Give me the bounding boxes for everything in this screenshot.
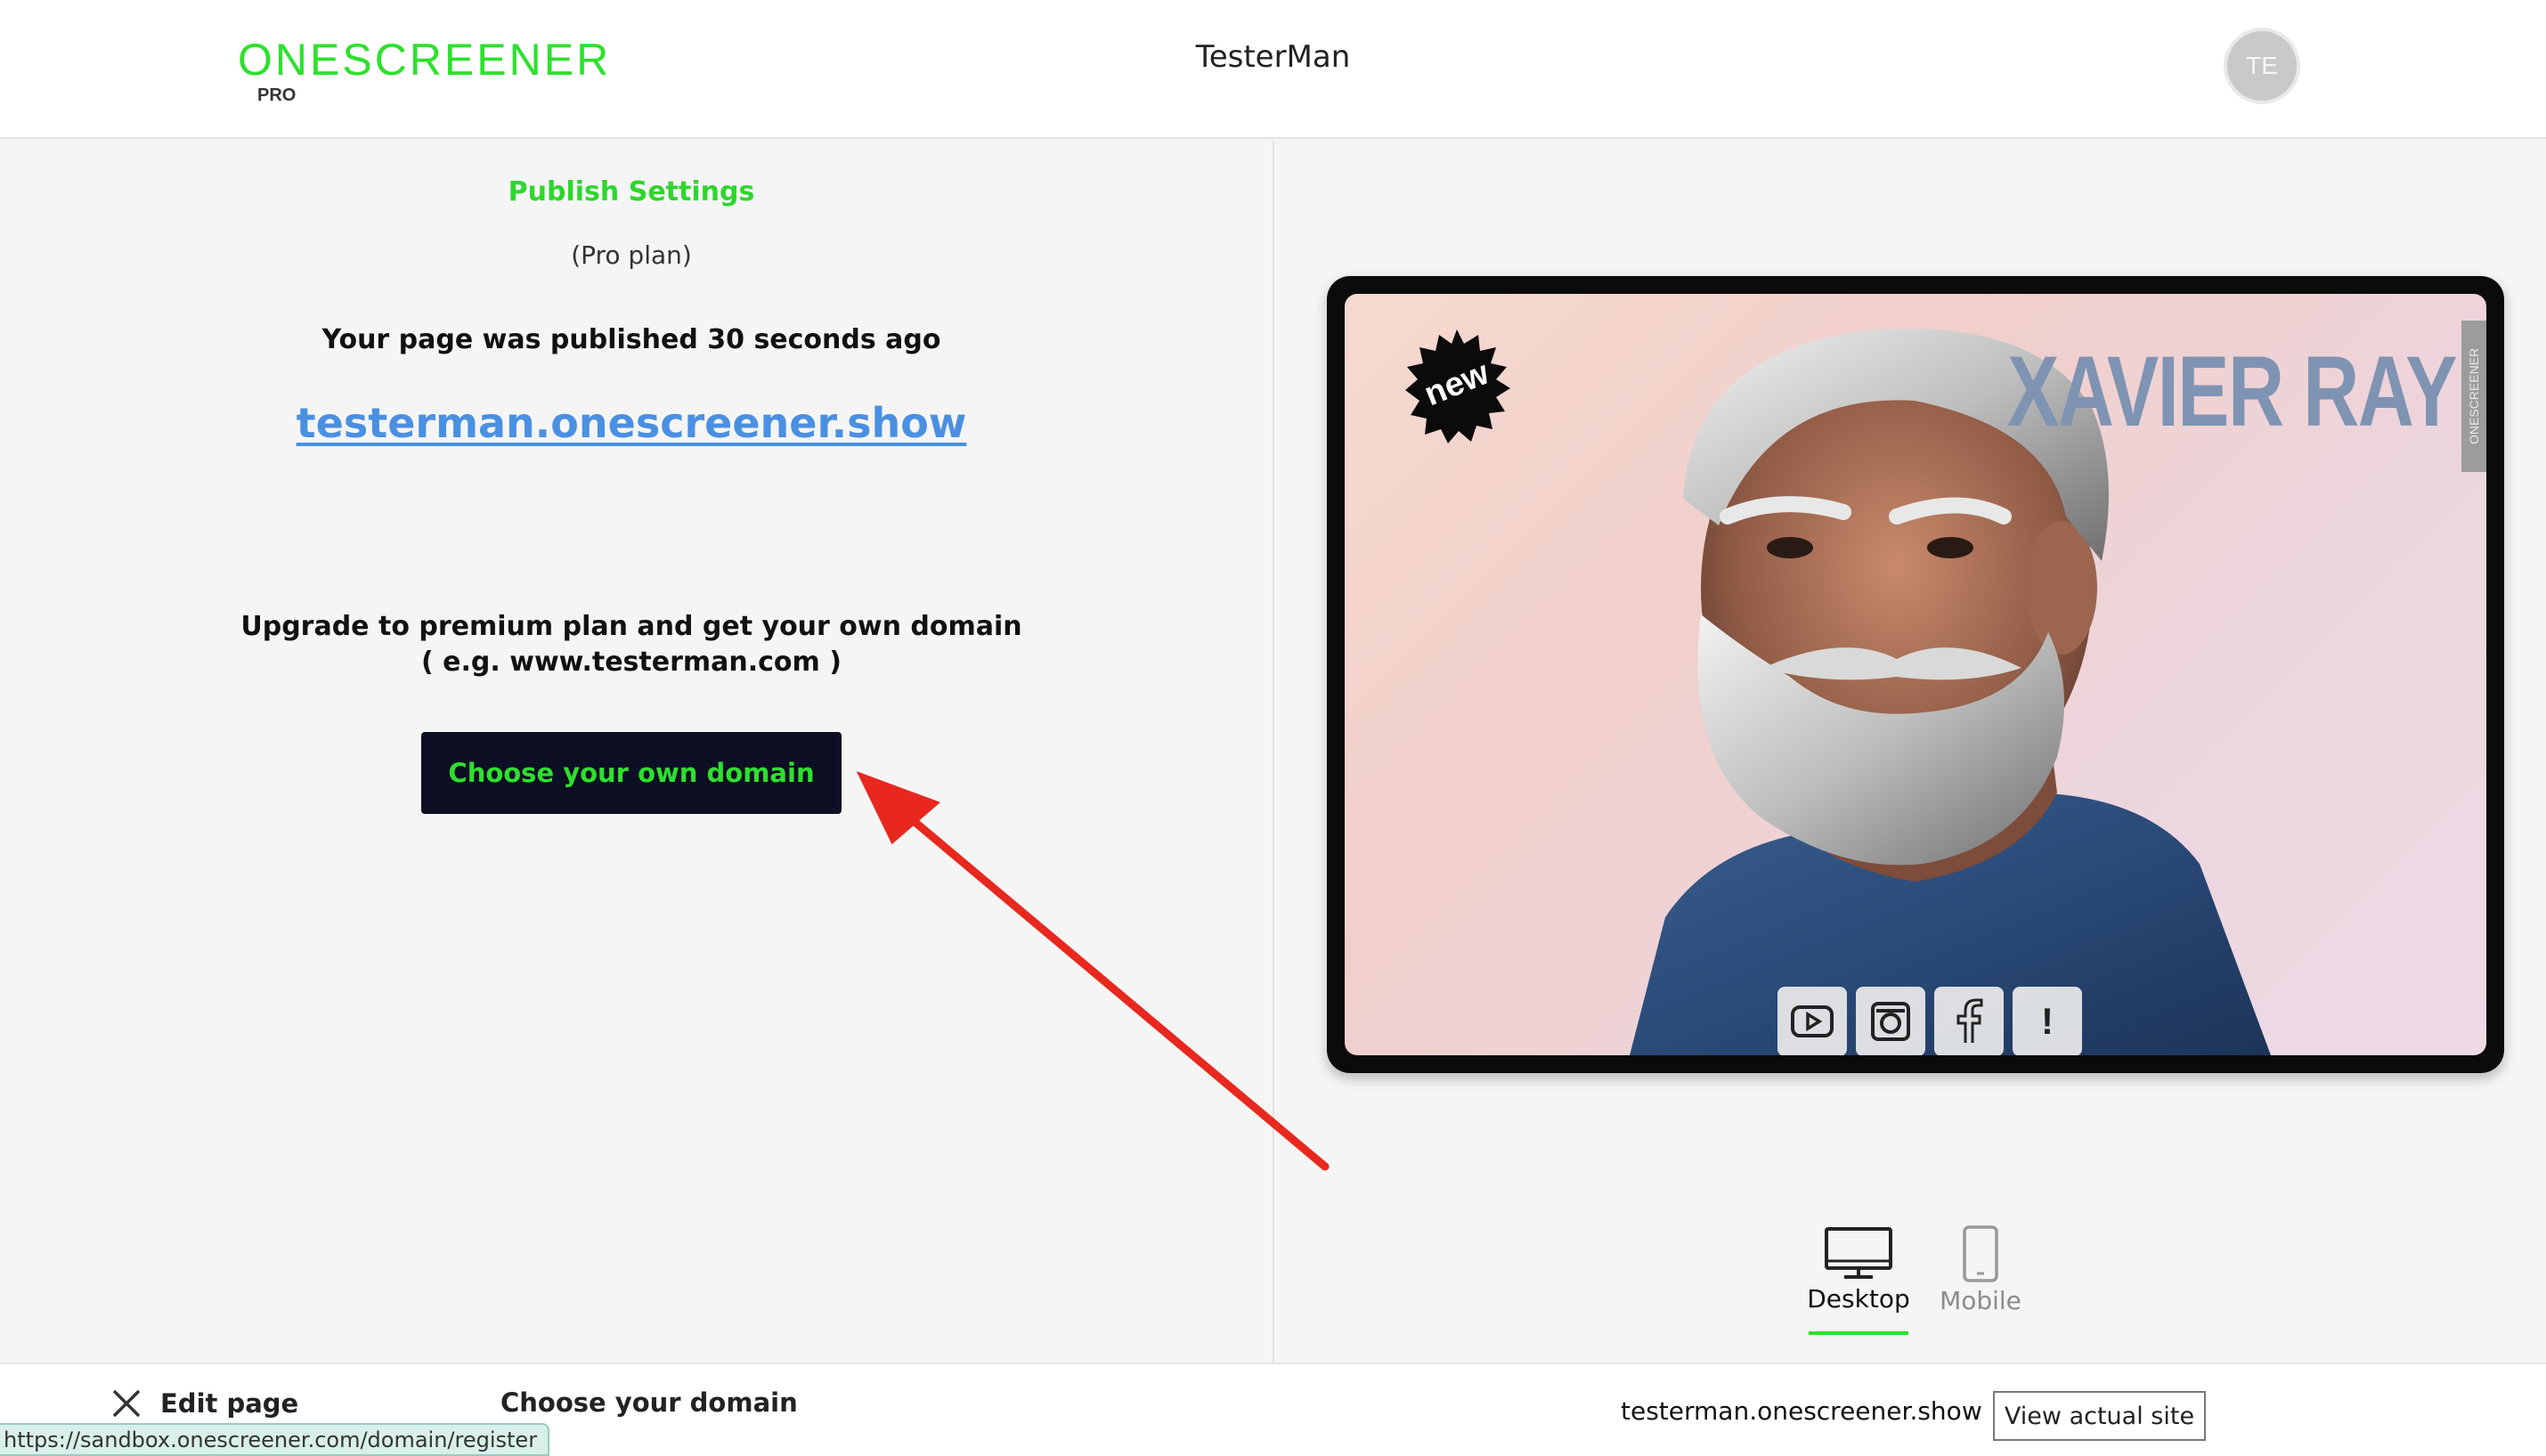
info-icon[interactable]: ! [2013, 987, 2082, 1055]
avatar[interactable]: TE [2224, 28, 2300, 104]
page-title: TesterMan [0, 39, 2546, 75]
panel-divider [1273, 141, 1274, 1362]
mobile-view-label: Mobile [1940, 1286, 2021, 1315]
published-site-link-wrapper: testerman.onescreener.show [0, 399, 1263, 447]
browser-status-url: https://sandbox.onescreener.com/domain/r… [0, 1423, 550, 1456]
artist-name-title: XAVIER RAY [2007, 336, 2457, 447]
plan-label: (Pro plan) [571, 240, 692, 270]
page-title-text: TesterMan [1195, 39, 1351, 75]
footer-site-url: testerman.onescreener.show [1621, 1396, 1982, 1426]
logo-pro-label: PRO [257, 85, 297, 105]
desktop-monitor-icon [1825, 1227, 1892, 1279]
edit-page-button[interactable]: Edit page [110, 1387, 298, 1419]
choose-own-domain-button[interactable]: Choose your own domain [421, 732, 842, 814]
desktop-view-tab[interactable]: Desktop [1801, 1225, 1916, 1314]
social-icons-bar: ! [1777, 987, 2082, 1055]
side-strip-text: ONESCREENER [2467, 347, 2481, 445]
publish-settings-panel: Publish Settings (Pro plan) Your page wa… [0, 141, 1273, 1362]
active-view-indicator [1809, 1331, 1908, 1335]
upgrade-example: ( e.g. www.testerman.com ) [421, 647, 842, 678]
preview-screen: XAVIER RAY ONESCREENER new ! [1345, 294, 2486, 1055]
facebook-icon[interactable] [1934, 987, 2004, 1055]
info-glyph: ! [2041, 1000, 2054, 1042]
desktop-preview-frame: XAVIER RAY ONESCREENER new ! [1327, 276, 2504, 1073]
publish-settings-heading: Publish Settings [508, 176, 755, 207]
close-icon [112, 1389, 141, 1418]
mobile-phone-icon [1963, 1225, 1998, 1282]
mobile-view-tab[interactable]: Mobile [1923, 1225, 2038, 1315]
instagram-icon[interactable] [1856, 987, 1925, 1055]
onescreener-side-tab[interactable]: ONESCREENER [2461, 321, 2486, 472]
youtube-icon[interactable] [1777, 987, 1847, 1055]
choose-domain-step-label: Choose your domain [500, 1387, 798, 1418]
view-actual-site-button[interactable]: View actual site [1993, 1391, 2206, 1441]
avatar-initials: TE [2246, 52, 2278, 79]
edit-page-label: Edit page [160, 1388, 299, 1419]
top-header: ONESCREENER PRO TesterMan TE [0, 0, 2546, 139]
published-site-link[interactable]: testerman.onescreener.show [297, 399, 967, 447]
new-badge: new [1398, 328, 1516, 445]
upgrade-message: Upgrade to premium plan and get your own… [240, 611, 1022, 642]
desktop-view-label: Desktop [1807, 1284, 1910, 1314]
published-status: Your page was published 30 seconds ago [321, 324, 941, 355]
